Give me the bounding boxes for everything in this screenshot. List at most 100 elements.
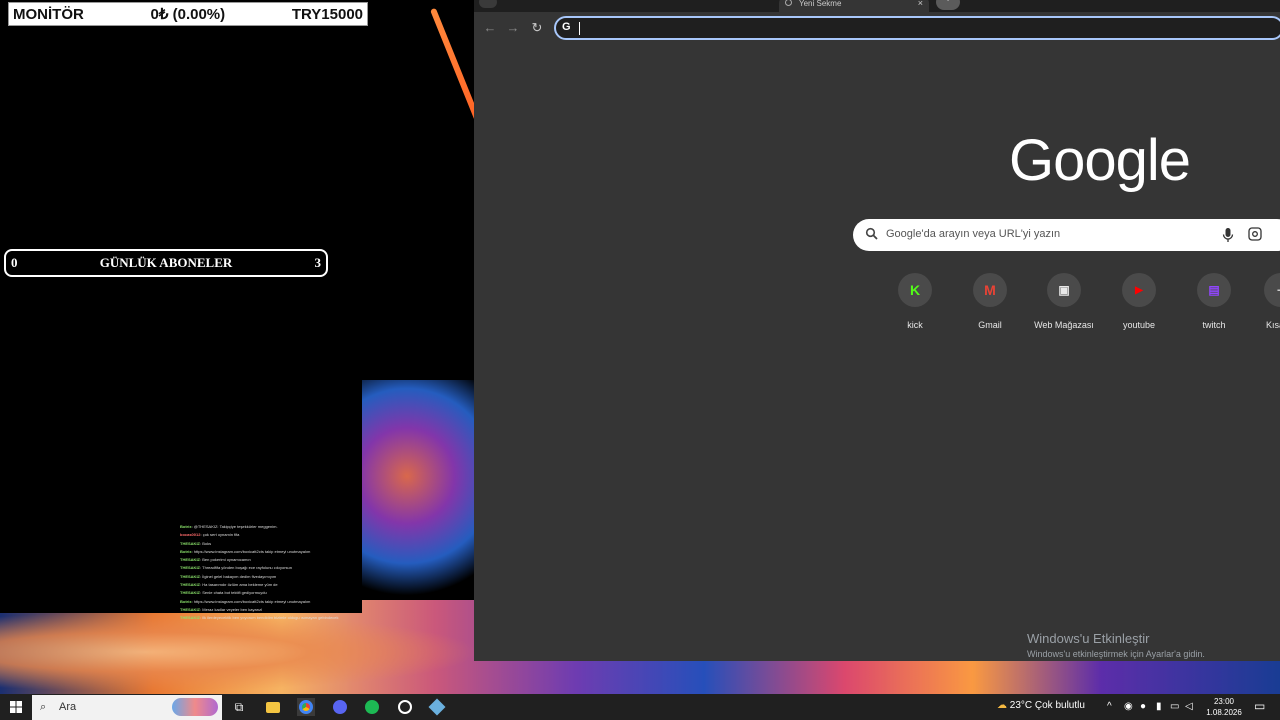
activation-subtitle: Windows'u etkinleştirmek için Ayarlar'a …: [1027, 649, 1205, 659]
chat-user: THESAKIZ: [180, 557, 200, 563]
monitor-ticker: MONİTÖR 0₺ (0.00%) TRY15000: [8, 2, 368, 26]
chat-message: Botrix: https://www.instagram.com/boxica…: [180, 598, 311, 604]
subs-right-count: 3: [314, 255, 322, 270]
microphone-icon[interactable]: [1221, 227, 1235, 243]
start-button[interactable]: [7, 698, 25, 716]
shortcut-label: Web Mağazası: [1034, 320, 1094, 330]
chat-text: https://www.instagram.com/boxicatt2cts t…: [193, 598, 311, 604]
chat-message: THESAKIZ: Ben pokerimi oynamıcamın: [180, 557, 251, 563]
chrome-icon[interactable]: [297, 698, 315, 716]
chat-text: ilk ilerdeyecektik ben yoyorum bendidim …: [202, 615, 339, 621]
shortcut-label: kick: [907, 320, 923, 330]
weather-widget[interactable]: ☁ 23°C Çok bulutlu: [997, 700, 1085, 711]
chat-user: THESAKIZ: [180, 582, 200, 588]
chat-user: THESAKIZ: [180, 590, 200, 596]
chat-message: Botrix: https://www.instagram.com/boxica…: [180, 548, 311, 554]
chat-message: THESAKIZ: Meraz kadlar veyeler ben kayar…: [180, 606, 263, 612]
tab-title: Yeni Sekme: [799, 0, 842, 8]
daily-subscribers-bar: 0 GÜNLÜK ABONELER 3: [4, 249, 328, 277]
tab-search-button[interactable]: [479, 0, 497, 8]
chat-overlay: Botrix: @THESAKIZ: Takipçiye teşekkürler…: [180, 523, 380, 623]
new-tab-button[interactable]: +: [936, 0, 960, 10]
chat-message: THESAKIZ: İlginel gelel bakayım dedim fi…: [180, 573, 277, 579]
volume-icon[interactable]: ◁: [1185, 701, 1193, 712]
shortcut-gmail[interactable]: M Gmail: [955, 273, 1025, 330]
task-view-icon[interactable]: ⧉: [230, 698, 248, 716]
chat-text: Senle chata bot tektifi gediyormuydu: [202, 590, 267, 596]
chat-user: bocas0012: [180, 532, 201, 538]
shortcut-kick[interactable]: K kick: [880, 273, 950, 330]
chat-user: THESAKIZ: [180, 540, 200, 546]
microphone-icon[interactable]: ▮: [1156, 701, 1162, 712]
gmail-icon: M: [973, 273, 1007, 307]
tray-obs-icon[interactable]: ●: [1140, 701, 1146, 712]
address-bar[interactable]: G: [554, 16, 1280, 40]
chat-message: THESAKIZ: Senle chata bot tektifi gediyo…: [180, 590, 267, 596]
ticker-name: MONİTÖR: [13, 5, 84, 23]
file-explorer-icon[interactable]: [264, 698, 282, 716]
reload-icon[interactable]: ↻: [529, 20, 545, 36]
chat-message: THESAKIZ: ilk ilerdeyecektik ben yoyorum…: [180, 615, 339, 621]
browser-window: Yeni Sekme × + ← → ↻ G Google Google'da …: [474, 0, 1280, 661]
chat-message: THESAKIZ: Boks: [180, 540, 212, 546]
network-icon[interactable]: ▭: [1170, 701, 1179, 712]
chat-text: Threadfifa yönden boşağı ece rayfolunu c…: [202, 565, 292, 571]
text-caret: [579, 22, 580, 35]
subs-title: GÜNLÜK ABONELER: [99, 255, 233, 270]
web-store-icon: ▣: [1047, 273, 1081, 307]
add-shortcut-icon: +: [1264, 273, 1280, 307]
subs-left-count: 0: [11, 255, 18, 270]
search-placeholder: Google'da arayın veya URL'yi yazın: [886, 228, 1061, 240]
tab-strip: Yeni Sekme × +: [474, 0, 1280, 12]
taskbar-search[interactable]: ⌕ Ara: [32, 695, 222, 720]
browser-toolbar: ← → ↻ G: [474, 12, 1280, 44]
tray-app-icon[interactable]: ◉: [1124, 701, 1133, 712]
shortcut-youtube[interactable]: ▶ youtube: [1104, 273, 1174, 330]
chat-text: @THESAKIZ: Takipçiye teşekkürler meggeni…: [193, 524, 278, 529]
shortcut-label: Gmail: [978, 320, 1002, 330]
discord-icon[interactable]: [331, 698, 349, 716]
chat-user: Botrix: [180, 524, 192, 529]
shortcut-label: Kısa: [1266, 320, 1280, 330]
chat-message: bocas0012: çok sert oynamin fifa: [180, 532, 240, 538]
taskbar-clock[interactable]: 23:00 1.08.2026: [1200, 696, 1248, 718]
forward-icon[interactable]: →: [505, 20, 521, 36]
chat-user: Botrix: [180, 548, 192, 554]
windows-activation-watermark: Windows'u Etkinleştir Windows'u etkinleş…: [1027, 631, 1205, 659]
chat-text: Boks: [202, 540, 212, 546]
spotify-icon[interactable]: [363, 698, 381, 716]
chat-text: Ha tasarımdır özlüm ama bekleme yüm de: [202, 582, 278, 588]
taskbar: ⌕ Ara ⧉ ☁ 23°C Çok bulutlu ^ ◉ ● ▮ ▭ ◁ 2…: [0, 694, 1280, 720]
tab-close-icon[interactable]: ×: [918, 0, 923, 8]
tab-favicon-icon: [785, 0, 792, 6]
ticker-value: 0₺ (0.00%): [150, 6, 226, 23]
chat-user: THESAKIZ: [180, 565, 200, 571]
windows-logo-icon: [10, 701, 22, 713]
search-highlight-image: [172, 698, 218, 716]
notifications-icon[interactable]: ▭: [1254, 699, 1265, 713]
lens-icon[interactable]: [1248, 227, 1262, 241]
clock-date: 1.08.2026: [1206, 708, 1242, 717]
tab-new-tab[interactable]: Yeni Sekme ×: [779, 0, 929, 12]
chat-message: Botrix: @THESAKIZ: Takipçiye teşekkürler…: [180, 524, 278, 529]
search-icon: ⌕: [40, 701, 47, 713]
shortcut-label: twitch: [1202, 320, 1226, 330]
back-icon[interactable]: ←: [482, 20, 498, 36]
search-box[interactable]: Google'da arayın veya URL'yi yazın: [853, 219, 1280, 251]
app-icon[interactable]: [428, 698, 446, 716]
search-icon: [865, 227, 878, 240]
shortcut-web-store[interactable]: ▣ Web Mağazası: [1029, 273, 1099, 330]
tray-chevron-icon[interactable]: ^: [1107, 701, 1112, 712]
chat-text: çok sert oynamin fifa: [202, 532, 240, 538]
google-logo: Google: [1009, 128, 1191, 193]
shortcut-twitch[interactable]: ▤ twitch: [1179, 273, 1249, 330]
youtube-icon: ▶: [1122, 273, 1156, 307]
ticker-target: TRY15000: [291, 5, 363, 23]
twitch-icon: ▤: [1197, 273, 1231, 307]
chat-user: THESAKIZ: [180, 606, 200, 612]
weather-icon: ☁: [997, 700, 1007, 711]
obs-icon[interactable]: [396, 698, 414, 716]
taskbar-search-label: Ara: [59, 701, 77, 713]
wallpaper-glow: [0, 612, 480, 692]
shortcut-add[interactable]: + Kısa: [1246, 273, 1280, 330]
